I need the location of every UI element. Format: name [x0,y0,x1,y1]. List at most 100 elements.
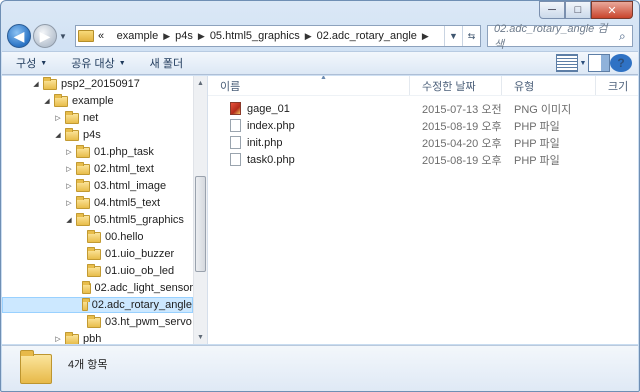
breadcrumb-separator-icon[interactable]: ▶ [422,31,429,42]
expand-arrow-icon[interactable]: ▷ [53,114,63,122]
refresh-button[interactable]: ⇆ [462,26,480,46]
folder-icon [76,178,90,192]
help-button[interactable]: ? [610,54,632,72]
expand-arrow-icon[interactable]: ▷ [64,165,74,173]
file-type: PHP 파일 [514,120,560,133]
command-bar: 구성 ▼ 공유 대상 ▼ 새 폴더 ▼ ? [2,51,638,75]
folder-icon [87,229,101,243]
view-options-dropdown[interactable]: ▼ [578,54,588,72]
breadcrumb-separator-icon[interactable]: ▶ [163,31,170,42]
tree-item[interactable]: 02.adc_rotary_angle [2,297,193,313]
back-arrow-icon: ◀ [13,27,25,44]
collapse-arrow-icon[interactable]: ◢ [31,80,41,88]
tree-item[interactable]: 03.ht_pwm_servo [2,314,193,330]
folder-icon [54,93,68,107]
tree-item[interactable]: ◢ example [2,93,193,109]
file-row[interactable]: index.php 2015-08-19 오후 4... PHP 파일 [208,117,638,134]
organize-button[interactable]: 구성 ▼ [16,55,47,71]
close-button[interactable]: ✕ [591,1,633,19]
forward-button[interactable]: ▶ [33,24,57,48]
new-folder-button[interactable]: 새 폴더 [150,55,183,71]
tree-item[interactable]: 00.hello [2,229,193,245]
file-modified: 2015-07-13 오전 9... [422,103,502,116]
tree-item-label: 02.adc_light_sensor [94,282,193,294]
details-pane: 4개 항목 [2,345,638,391]
tree-item-label: 02.html_text [94,163,154,175]
tree-item-label: 05.html5_graphics [94,214,184,226]
column-header-name[interactable]: 이름 [208,76,410,95]
scrollbar-thumb[interactable] [195,176,206,272]
tree-item-label: 01.php_task [94,146,154,158]
tree-item[interactable]: ▷ 01.php_task [2,144,193,160]
collapse-arrow-icon[interactable]: ◢ [42,97,52,105]
tree-item[interactable]: 01.uio_buzzer [2,246,193,262]
back-button[interactable]: ◀ [7,24,31,48]
tree-item[interactable]: ▷ net [2,110,193,126]
folder-icon [76,161,90,175]
maximize-button[interactable]: □ [565,1,591,19]
search-icon[interactable]: ⌕ [613,29,632,44]
scroll-up-icon[interactable]: ▲ [194,76,207,90]
breadcrumb-separator-icon[interactable]: ▶ [305,31,312,42]
tree-item-label: 04.html5_text [94,197,161,209]
document-file-icon [230,136,241,149]
minimize-button[interactable]: ─ [539,1,565,19]
breadcrumb-item-p4s[interactable]: p4s [175,30,193,42]
search-placeholder: 02.adc_rotary_angle 검색 [494,23,608,51]
details-view-icon [556,54,578,72]
breadcrumb-item-example[interactable]: example [117,30,159,42]
address-bar[interactable]: « example ▶ p4s ▶ 05.html5_graphics ▶ 02… [75,25,481,47]
file-name: index.php [247,119,295,132]
breadcrumb-overflow[interactable]: « [98,30,104,42]
file-modified: 2015-08-19 오후 4... [422,154,502,167]
search-input[interactable]: 02.adc_rotary_angle 검색 ⌕ [487,23,633,51]
preview-pane-button[interactable] [588,54,610,72]
recent-pages-dropdown[interactable]: ▼ [57,32,69,41]
tree-item[interactable]: ▷ 04.html5_text [2,195,193,211]
expand-arrow-icon[interactable]: ▷ [64,199,74,207]
file-type: PHP 파일 [514,154,560,167]
tree-item-label: p4s [83,129,101,141]
share-with-label: 공유 대상 [71,58,115,70]
address-dropdown-button[interactable]: ▼ [444,26,462,46]
file-modified: 2015-04-20 오후 5... [422,137,502,150]
collapse-arrow-icon[interactable]: ◢ [53,131,63,139]
folder-icon [81,297,90,311]
folder-icon [76,195,90,209]
collapse-arrow-icon[interactable]: ◢ [64,216,74,224]
breadcrumb-item-html5-graphics[interactable]: 05.html5_graphics [210,30,300,42]
tree-item-label: psp2_20150917 [61,78,140,90]
view-options-button[interactable] [556,54,578,72]
tree-item-label: example [72,95,114,107]
tree-item-label: net [83,112,99,124]
share-with-button[interactable]: 공유 대상 ▼ [71,55,125,71]
navigation-scrollbar[interactable]: ▲ ▼ [193,76,207,344]
column-header-size[interactable]: 크기 [596,76,636,95]
scroll-down-icon[interactable]: ▼ [194,330,207,344]
sort-indicator-icon: ▲ [320,76,327,81]
folder-icon [20,349,52,384]
tree-item[interactable]: ▷ 03.html_image [2,178,193,194]
file-name: gage_01 [247,102,290,115]
tree-item[interactable]: ◢ p4s [2,127,193,143]
expand-arrow-icon[interactable]: ▷ [53,335,63,343]
column-header-type[interactable]: 유형 [502,76,596,95]
file-list-pane: ▲ 이름 수정한 날짜 유형 크기 gage_01 2015-07-13 오전 9… [208,76,638,344]
help-icon: ? [610,54,632,72]
breadcrumb-separator-icon[interactable]: ▶ [198,31,205,42]
expand-arrow-icon[interactable]: ▷ [64,148,74,156]
file-row[interactable]: init.php 2015-04-20 오후 5... PHP 파일 [208,134,638,151]
tree-item[interactable]: ◢ 05.html5_graphics [2,212,193,228]
file-modified: 2015-08-19 오후 4... [422,120,502,133]
tree-item[interactable]: 01.uio_ob_led [2,263,193,279]
breadcrumb-item-current[interactable]: 02.adc_rotary_angle [317,30,417,42]
column-header-modified[interactable]: 수정한 날짜 [410,76,502,95]
file-row[interactable]: task0.php 2015-08-19 오후 4... PHP 파일 [208,151,638,168]
tree-item[interactable]: 02.adc_light_sensor [2,280,193,296]
navigation-row: ◀ ▶ ▼ « example ▶ p4s ▶ 05.html5_graphic… [7,23,633,51]
expand-arrow-icon[interactable]: ▷ [64,182,74,190]
file-row[interactable]: gage_01 2015-07-13 오전 9... PNG 이미지 [208,100,638,117]
tree-item[interactable]: ▷ 02.html_text [2,161,193,177]
tree-item[interactable]: ◢ psp2_20150917 [2,76,193,92]
tree-item[interactable]: ▷ pbh [2,331,193,344]
